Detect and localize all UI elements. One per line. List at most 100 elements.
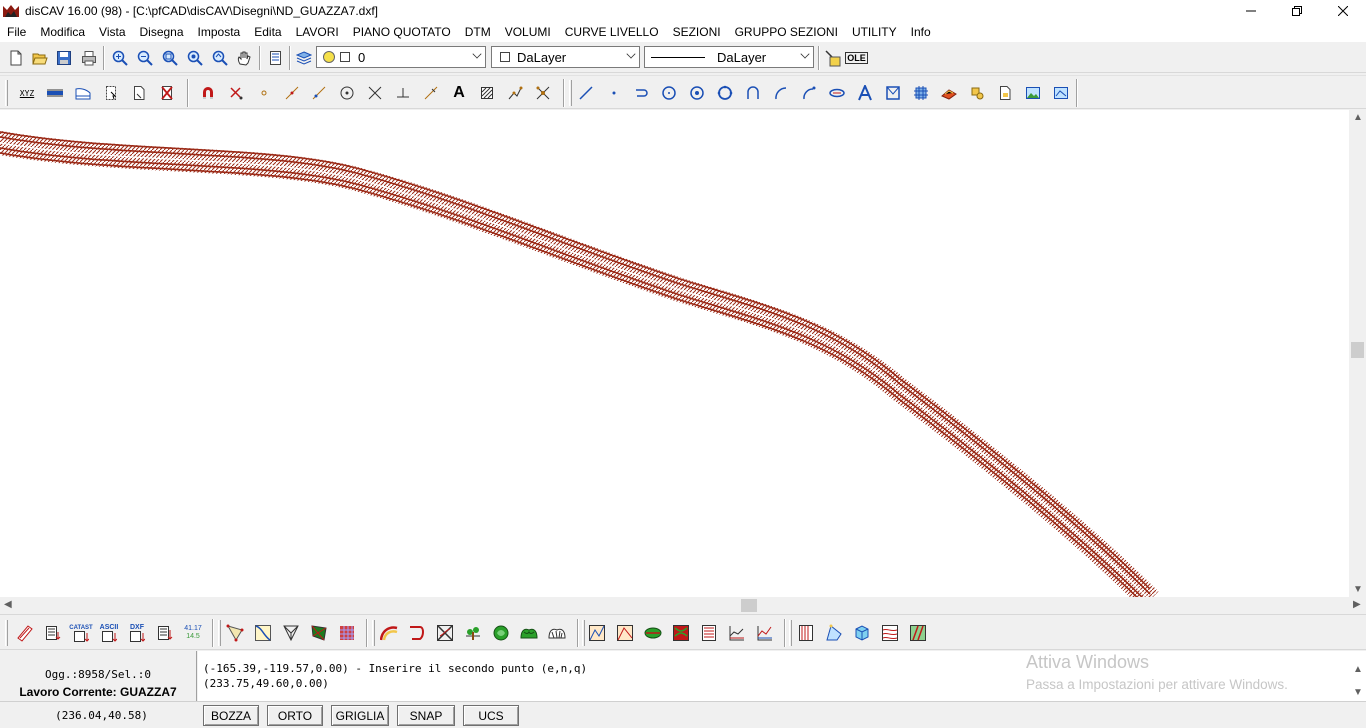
- menu-vista[interactable]: Vista: [92, 22, 132, 42]
- breakline-button[interactable]: [252, 622, 274, 644]
- save-button[interactable]: [53, 47, 75, 69]
- scrub-button[interactable]: [546, 622, 568, 644]
- contour-delete-button[interactable]: [434, 622, 456, 644]
- snap-off-button[interactable]: [532, 82, 554, 104]
- menu-piano-quotato[interactable]: PIANO QUOTATO: [346, 22, 458, 42]
- orto-toggle[interactable]: ORTO: [267, 705, 323, 726]
- draw-point-button[interactable]: [603, 82, 625, 104]
- draw-circle-2p-button[interactable]: [686, 82, 708, 104]
- menu-gruppo-sezioni[interactable]: GRUPPO SEZIONI: [728, 22, 845, 42]
- snap-point-button[interactable]: [253, 82, 275, 104]
- menu-edita[interactable]: Edita: [247, 22, 288, 42]
- volume-c-button[interactable]: [642, 622, 664, 644]
- zoom-previous-button[interactable]: [209, 47, 231, 69]
- draw-circle-3p-button[interactable]: [714, 82, 736, 104]
- draw-text-button[interactable]: [854, 82, 876, 104]
- sections-green-button[interactable]: [907, 622, 929, 644]
- menu-dtm[interactable]: DTM: [458, 22, 498, 42]
- griglia-toggle[interactable]: GRIGLIA: [331, 705, 389, 726]
- snap-nearest-button[interactable]: [308, 82, 330, 104]
- volume-b-button[interactable]: [614, 622, 636, 644]
- restore-button[interactable]: [1274, 0, 1320, 22]
- coordinates-button[interactable]: 41.17 14.5: [182, 622, 204, 644]
- volume-a-button[interactable]: [586, 622, 608, 644]
- measure-button[interactable]: [44, 82, 66, 104]
- sections-3d-button[interactable]: [823, 622, 845, 644]
- draw-circle-button[interactable]: [658, 82, 680, 104]
- open-file-button[interactable]: [29, 47, 51, 69]
- import-catast-button[interactable]: CATAST: [69, 622, 93, 644]
- draw-arc-3-button[interactable]: [798, 82, 820, 104]
- close-button[interactable]: [1320, 0, 1366, 22]
- hedge-button[interactable]: [518, 622, 540, 644]
- command-scrollbar[interactable]: ▲ ▼: [1349, 661, 1366, 701]
- ucs-toggle[interactable]: UCS: [463, 705, 519, 726]
- hatch-button[interactable]: [476, 82, 498, 104]
- vertical-scroll-thumb[interactable]: [1351, 342, 1364, 358]
- snap-center-button[interactable]: [336, 82, 358, 104]
- layer-dropdown[interactable]: 0: [316, 46, 486, 68]
- scroll-left-icon[interactable]: ◀: [4, 599, 12, 610]
- text-button[interactable]: A: [448, 82, 470, 104]
- sections-table-button[interactable]: [795, 622, 817, 644]
- contour-button[interactable]: [378, 622, 400, 644]
- sections-grid-button[interactable]: [879, 622, 901, 644]
- color-dropdown[interactable]: DaLayer: [491, 46, 640, 68]
- draw-polyline-button[interactable]: [631, 82, 653, 104]
- zoom-out-button[interactable]: [134, 47, 156, 69]
- draw-arc-2-button[interactable]: [770, 82, 792, 104]
- draw-ellipse-button[interactable]: [826, 82, 848, 104]
- snap-perpendicular-button[interactable]: [392, 82, 414, 104]
- menu-sezioni[interactable]: SEZIONI: [666, 22, 728, 42]
- polyline-button[interactable]: [504, 82, 526, 104]
- dtm-surface-button[interactable]: [308, 622, 330, 644]
- draw-line-button[interactable]: [575, 82, 597, 104]
- draw-grid-button[interactable]: [910, 82, 932, 104]
- properties-button[interactable]: [264, 47, 286, 69]
- triangulation-points-button[interactable]: [224, 622, 246, 644]
- vertical-scrollbar[interactable]: ▲ ▼: [1349, 110, 1366, 597]
- scroll-down-icon[interactable]: ▼: [1353, 584, 1363, 595]
- pan-button[interactable]: [233, 47, 255, 69]
- volume-d-button[interactable]: [670, 622, 692, 644]
- insert-file-button[interactable]: [994, 82, 1016, 104]
- tree-button[interactable]: [462, 622, 484, 644]
- scroll-right-icon[interactable]: ▶: [1353, 599, 1361, 610]
- menu-curve-livello[interactable]: CURVE LIVELLO: [558, 22, 666, 42]
- layers-button[interactable]: [293, 47, 315, 69]
- profile-edit-button[interactable]: [754, 622, 776, 644]
- command-area[interactable]: (-165.39,-119.57,0.00) - Inserire il sec…: [198, 651, 1366, 701]
- survey-book-button[interactable]: [14, 622, 36, 644]
- xyz-point-button[interactable]: XYZ: [16, 82, 38, 104]
- insert-raster-button[interactable]: [1050, 82, 1072, 104]
- horizontal-scrollbar[interactable]: ◀ ▶: [0, 597, 1366, 614]
- bozza-toggle[interactable]: BOZZA: [203, 705, 259, 726]
- draw-block-button[interactable]: [882, 82, 904, 104]
- new-file-button[interactable]: [5, 47, 27, 69]
- horizontal-scroll-thumb[interactable]: [741, 599, 757, 612]
- export-list-button[interactable]: [154, 622, 176, 644]
- draw-surface-button[interactable]: [938, 82, 960, 104]
- scroll-up-icon[interactable]: ▲: [1353, 664, 1363, 675]
- delete-button[interactable]: [156, 82, 178, 104]
- scroll-down-icon[interactable]: ▼: [1353, 687, 1363, 698]
- snap-midpoint-button[interactable]: [281, 82, 303, 104]
- select-button[interactable]: [100, 82, 122, 104]
- dtm-mesh-button[interactable]: [280, 622, 302, 644]
- zoom-in-button[interactable]: [109, 47, 131, 69]
- zoom-window-button[interactable]: [159, 47, 181, 69]
- volume-table-button[interactable]: [698, 622, 720, 644]
- snap-toggle[interactable]: SNAP: [397, 705, 455, 726]
- draw-symbol-button[interactable]: [966, 82, 988, 104]
- contour-edit-button[interactable]: [406, 622, 428, 644]
- insert-image-button[interactable]: [1022, 82, 1044, 104]
- import-ascii-button[interactable]: ASCII: [98, 622, 120, 644]
- print-button[interactable]: [78, 47, 100, 69]
- sections-cube-button[interactable]: [851, 622, 873, 644]
- linetype-dropdown[interactable]: DaLayer: [644, 46, 814, 68]
- menu-utility[interactable]: UTILITY: [845, 22, 904, 42]
- menu-info[interactable]: Info: [904, 22, 938, 42]
- drawing-canvas[interactable]: [0, 110, 1349, 597]
- menu-file[interactable]: File: [0, 22, 33, 42]
- snap-tangent-button[interactable]: [420, 82, 442, 104]
